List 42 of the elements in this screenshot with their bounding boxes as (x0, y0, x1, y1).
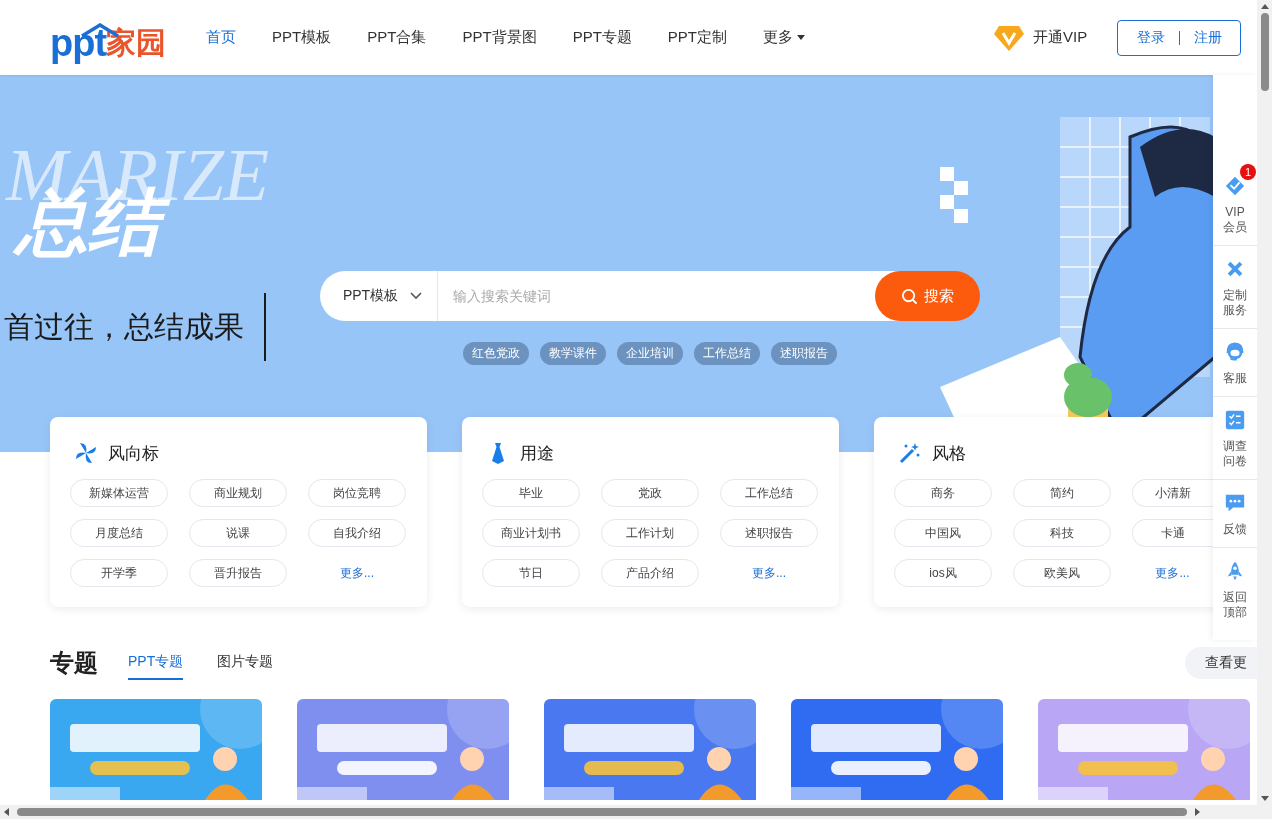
nav-link[interactable]: PPT模板 (254, 28, 350, 47)
horizontal-scrollbar[interactable] (0, 805, 1257, 819)
register-link[interactable]: 注册 (1193, 28, 1222, 47)
side-tool-item[interactable]: 返回顶部 (1213, 548, 1257, 630)
nav-link[interactable]: 首页 (206, 28, 255, 47)
checklist-icon (1224, 409, 1246, 431)
nav-link[interactable]: 更多 (745, 28, 823, 47)
chat-bubble-icon (1224, 492, 1246, 514)
nav-link[interactable]: PPT合集 (349, 28, 445, 47)
category-dropdown[interactable]: PPT模板 (320, 271, 438, 321)
nav-link[interactable]: PPT专题 (554, 28, 650, 47)
card-title: 风格 (932, 442, 966, 465)
topic-tab[interactable]: PPT专题 (128, 646, 184, 680)
card-title: 风向标 (108, 442, 159, 465)
pinwheel-icon (74, 441, 98, 465)
notification-badge: 1 (1240, 164, 1256, 180)
logo[interactable]: ppt家园 (50, 12, 167, 63)
diamond-icon (1224, 175, 1246, 197)
diamond-icon (993, 23, 1025, 52)
topic-tab[interactable]: 图片专题 (217, 646, 274, 680)
scrollbar-thumb[interactable] (17, 808, 1187, 816)
scroll-left-icon (4, 808, 9, 816)
magic-wand-icon (898, 441, 922, 465)
nav-link[interactable]: PPT定制 (649, 28, 745, 47)
view-more-button[interactable]: 查看更 (1185, 647, 1257, 679)
scroll-up-icon (1260, 4, 1269, 9)
more-link[interactable]: 更多... (720, 559, 818, 587)
hero-subtitle: 首过往，总结成果 (3, 308, 244, 345)
login-link[interactable]: 登录 (1136, 28, 1165, 47)
scroll-right-icon (1195, 808, 1200, 816)
search-icon (901, 287, 918, 305)
card-title: 用途 (520, 442, 554, 465)
vip-link[interactable]: 开通VIP (1033, 28, 1088, 47)
chevron-down-icon (410, 292, 423, 300)
scrollbar-thumb[interactable] (1260, 13, 1269, 91)
more-link[interactable]: 更多... (308, 559, 406, 587)
scroll-down-icon (1260, 796, 1269, 801)
nav-link[interactable]: PPT背景图 (444, 28, 555, 47)
more-link[interactable]: 更多... (1132, 559, 1213, 587)
search-input[interactable]: 输入搜索关键词 (438, 276, 875, 316)
vertical-scrollbar[interactable] (1257, 0, 1272, 805)
section-title: 专题 (50, 648, 98, 678)
